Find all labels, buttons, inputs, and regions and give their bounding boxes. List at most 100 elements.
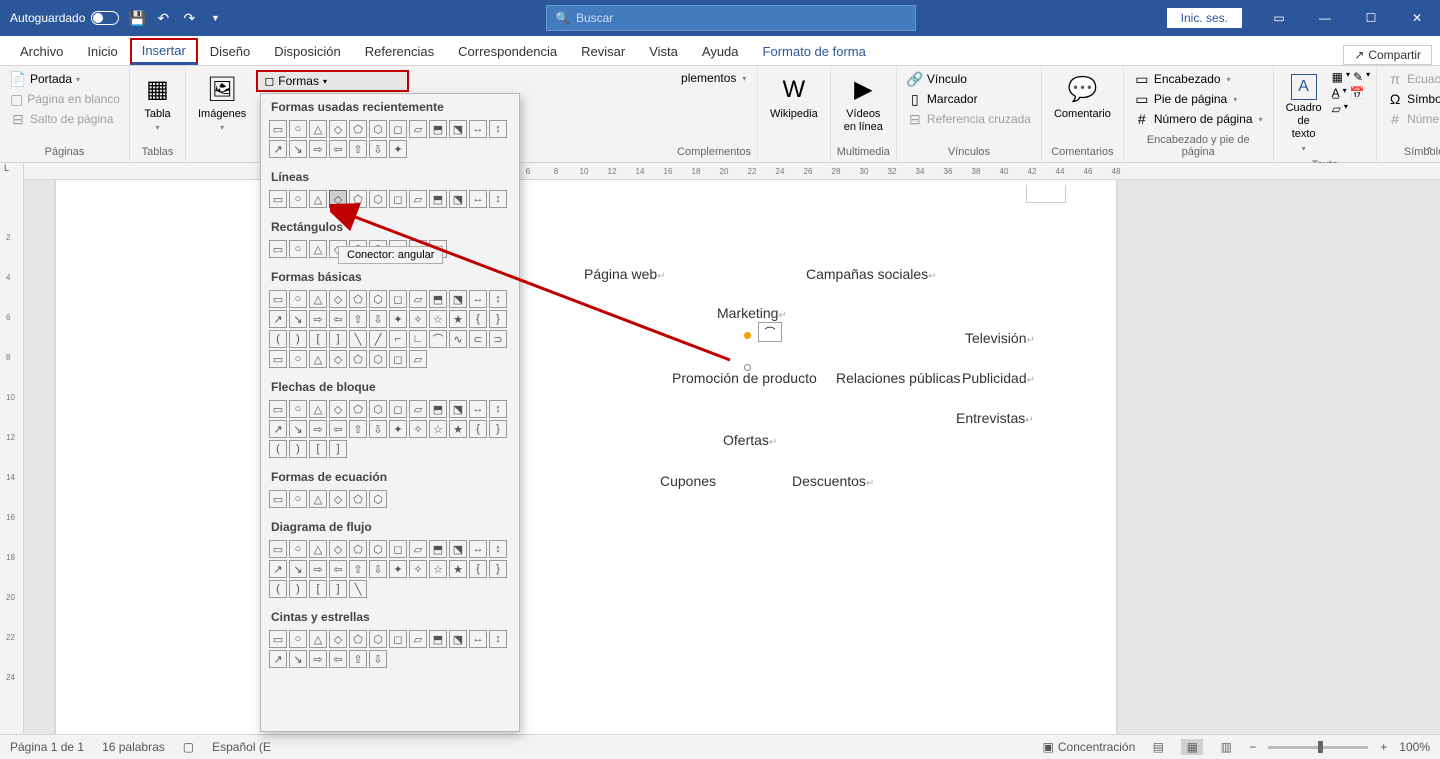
wikipedia-button[interactable]: WWikipedia (764, 70, 824, 125)
shape-option[interactable]: ▭ (269, 630, 287, 648)
wordart-icon[interactable]: ▾ (1346, 70, 1350, 84)
shape-option[interactable]: [ (309, 580, 327, 598)
shape-option[interactable]: ⬔ (449, 400, 467, 418)
shape-option[interactable]: ◇ (329, 350, 347, 368)
shape-option[interactable]: ⇧ (349, 650, 367, 668)
shape-option[interactable]: ↘ (289, 560, 307, 578)
text-pagina-web[interactable]: Página web↵ (584, 266, 666, 282)
shape-option[interactable]: ⬡ (369, 190, 387, 208)
shape-option[interactable]: ⬒ (429, 630, 447, 648)
shape-option[interactable]: ↔ (469, 400, 487, 418)
shape-option[interactable]: ↗ (269, 420, 287, 438)
addins-partial[interactable]: plementos▾ (677, 70, 751, 86)
shape-option[interactable]: ⬠ (349, 400, 367, 418)
object-dropdown-icon[interactable]: ▾ (1344, 102, 1348, 116)
tab-insertar[interactable]: Insertar (130, 38, 198, 65)
tab-ayuda[interactable]: Ayuda (690, 40, 751, 65)
shape-option[interactable]: ) (289, 330, 307, 348)
shape-option[interactable]: ) (289, 580, 307, 598)
shape-option[interactable]: ↘ (289, 310, 307, 328)
shape-option[interactable]: ⇧ (349, 140, 367, 158)
shape-option[interactable]: ⇩ (369, 140, 387, 158)
shape-option[interactable]: ▭ (269, 240, 287, 258)
shape-option[interactable]: ( (269, 330, 287, 348)
shape-option[interactable]: ⇦ (329, 420, 347, 438)
text-cupones[interactable]: Cupones (660, 473, 716, 489)
layout-options-button[interactable]: ⌒ (758, 322, 782, 342)
close-icon[interactable]: ✕ (1394, 0, 1440, 36)
portada-button[interactable]: 📄Portada▾ (6, 70, 123, 88)
shape-option[interactable]: ⬠ (349, 350, 367, 368)
shape-option[interactable]: ( (269, 440, 287, 458)
minimize-icon[interactable]: — (1302, 0, 1348, 36)
shape-option[interactable]: } (489, 420, 507, 438)
status-page[interactable]: Página 1 de 1 (10, 740, 84, 754)
shape-option[interactable]: ○ (289, 400, 307, 418)
shape-option[interactable]: ⬠ (349, 290, 367, 308)
shape-option[interactable]: △ (309, 190, 327, 208)
tab-correspondencia[interactable]: Correspondencia (446, 40, 569, 65)
shape-option[interactable]: ☆ (429, 560, 447, 578)
shape-option[interactable]: { (469, 420, 487, 438)
text-entrevistas[interactable]: Entrevistas↵ (956, 410, 1034, 426)
online-video-button[interactable]: ▶Vídeos en línea (837, 70, 890, 138)
dropcap-dropdown-icon[interactable]: ▾ (1343, 86, 1347, 100)
shape-option[interactable]: ⬔ (449, 120, 467, 138)
shape-option[interactable]: ⬔ (449, 540, 467, 558)
shape-option[interactable]: ⇧ (349, 420, 367, 438)
shape-option[interactable]: ⇧ (349, 560, 367, 578)
shape-option[interactable]: ⊂ (469, 330, 487, 348)
shape-option[interactable]: ▭ (269, 490, 287, 508)
shape-option[interactable]: ★ (449, 420, 467, 438)
numero-button[interactable]: #Número (1383, 110, 1440, 128)
shape-option[interactable]: ☆ (429, 420, 447, 438)
shape-option[interactable]: ◇ (329, 630, 347, 648)
shape-option[interactable]: ◻ (389, 540, 407, 558)
text-ofertas[interactable]: Ofertas↵ (723, 432, 777, 448)
tabla-button[interactable]: ▦ Tabla ▾ (136, 70, 179, 137)
shape-option[interactable]: ╱ (369, 330, 387, 348)
shape-option[interactable]: ▱ (409, 120, 427, 138)
shape-option[interactable]: △ (309, 630, 327, 648)
shape-option[interactable]: ⇩ (369, 420, 387, 438)
login-button[interactable]: Inic. ses. (1167, 8, 1242, 28)
page[interactable]: Página web↵ Campañas sociales↵ Marketing… (56, 180, 1116, 734)
shape-option[interactable]: ⌒ (429, 330, 447, 348)
date-icon[interactable]: 📅 (1350, 86, 1365, 100)
shape-option[interactable]: ✦ (389, 140, 407, 158)
shape-option[interactable]: ⇨ (309, 310, 327, 328)
zoom-out-button[interactable]: − (1249, 740, 1256, 754)
shape-option[interactable]: ◻ (389, 400, 407, 418)
shape-option[interactable]: ] (329, 580, 347, 598)
shape-option[interactable]: ⬒ (429, 290, 447, 308)
shape-option[interactable]: ○ (289, 240, 307, 258)
tab-disposicion[interactable]: Disposición (262, 40, 352, 65)
shape-option[interactable]: ⬒ (429, 190, 447, 208)
shape-option[interactable]: ↕ (489, 290, 507, 308)
tab-formato-forma[interactable]: Formato de forma (751, 40, 878, 65)
blank-page-button[interactable]: ▢Página en blanco (6, 90, 123, 108)
shape-option[interactable]: ◻ (389, 120, 407, 138)
read-mode-icon[interactable]: ▤ (1147, 739, 1169, 755)
shape-option[interactable]: ↘ (289, 650, 307, 668)
save-icon[interactable]: 💾 (129, 10, 145, 26)
shape-option[interactable]: ⬠ (349, 630, 367, 648)
shape-option[interactable]: ↕ (489, 540, 507, 558)
shape-option[interactable]: ◻ (389, 630, 407, 648)
shape-option[interactable]: ⇦ (329, 650, 347, 668)
cuadro-texto-button[interactable]: ACuadro de texto▾ (1280, 70, 1328, 157)
shape-option[interactable]: ✧ (409, 310, 427, 328)
text-publicidad[interactable]: Publicidad↵ (962, 370, 1035, 386)
shape-option[interactable]: ↘ (289, 420, 307, 438)
shape-option[interactable]: ✧ (409, 560, 427, 578)
shape-option[interactable]: ↕ (489, 120, 507, 138)
shape-option[interactable]: △ (309, 120, 327, 138)
shape-option[interactable]: ★ (449, 560, 467, 578)
shape-option[interactable]: ⇦ (329, 560, 347, 578)
shape-option[interactable]: ↗ (269, 650, 287, 668)
shape-option[interactable]: ◇ (329, 490, 347, 508)
shape-option[interactable]: ◻ (389, 350, 407, 368)
shape-option[interactable]: ] (329, 440, 347, 458)
shape-option[interactable]: ▭ (269, 120, 287, 138)
text-television[interactable]: Televisión↵ (965, 330, 1035, 346)
